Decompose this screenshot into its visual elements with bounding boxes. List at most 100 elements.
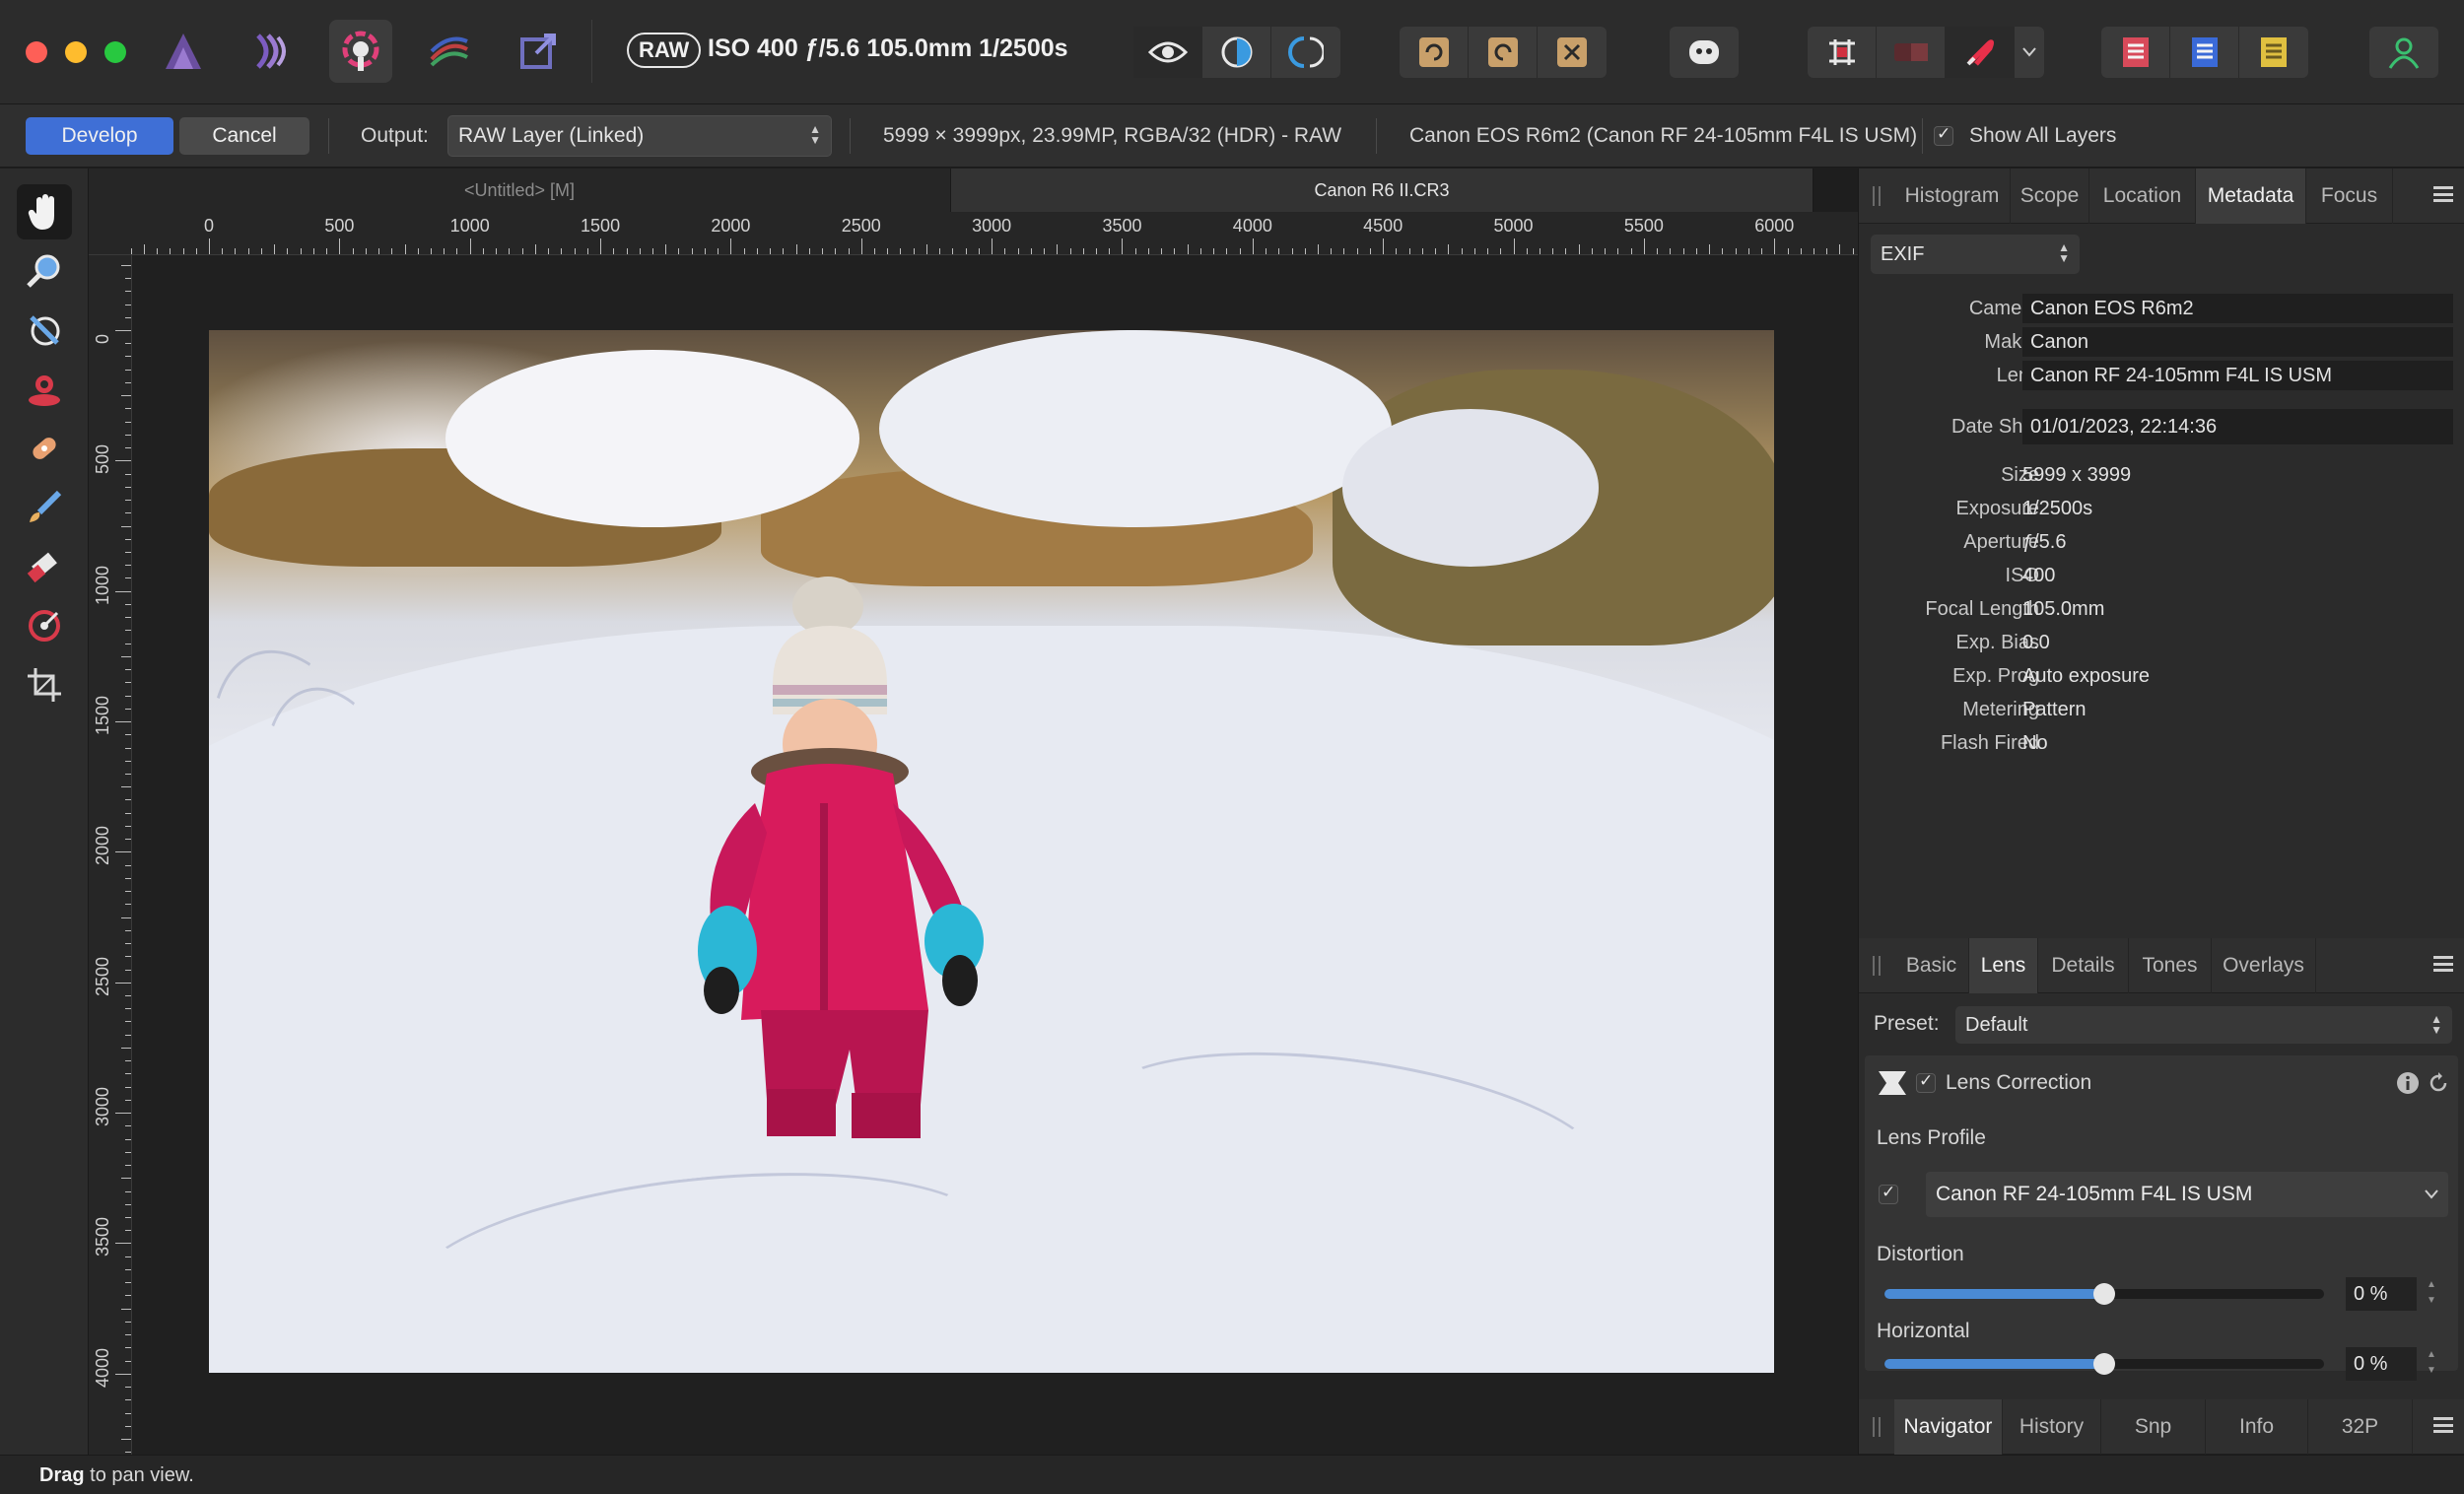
ruler-tick (125, 1387, 131, 1389)
ruler-tick (456, 248, 458, 254)
develop-button[interactable]: Develop (26, 117, 173, 155)
assistant-icon[interactable] (1670, 27, 1739, 78)
zoom-window-button[interactable] (104, 41, 126, 63)
tab-scope[interactable]: Scope (2011, 169, 2089, 224)
panel-grip-icon[interactable] (1873, 956, 1881, 976)
ruler-tick (1318, 244, 1320, 254)
tab-lens[interactable]: Lens (1969, 938, 2038, 993)
slider-thumb[interactable] (2093, 1353, 2115, 1375)
blemish-tool[interactable] (17, 421, 72, 476)
meta-value[interactable]: Canon EOS R6m2 (2022, 294, 2453, 323)
ruler-tick (125, 799, 131, 801)
lens-correction-checkbox[interactable] (1916, 1071, 1936, 1093)
document-tab-active[interactable]: Canon R6 II.CR3 (951, 169, 1814, 212)
panel-grip-icon[interactable] (1873, 1417, 1881, 1437)
panel-grip-icon[interactable] (1873, 186, 1881, 206)
meta-row-lens: Lens Canon RF 24-105mm F4L IS USM (1859, 361, 2464, 390)
tab-info[interactable]: Info (2206, 1399, 2308, 1455)
split-view-icon[interactable] (1202, 27, 1271, 78)
ruler-tick (1057, 244, 1059, 254)
canvas[interactable] (132, 255, 1858, 1455)
liquify-persona-icon[interactable] (240, 20, 304, 83)
clipping-icon[interactable] (1808, 27, 1877, 78)
tone-mapping-persona-icon[interactable] (418, 20, 481, 83)
tab-location[interactable]: Location (2089, 169, 2196, 224)
output-select[interactable]: RAW Layer (Linked) ▲ ▼ (447, 115, 832, 157)
tab-overlays[interactable]: Overlays (2212, 938, 2316, 993)
export-persona-icon[interactable] (507, 20, 570, 83)
crop-tool[interactable] (17, 657, 72, 713)
rotate-left-icon[interactable] (1400, 27, 1469, 78)
overlay-gradient-tool[interactable] (17, 598, 72, 653)
tab-metadata[interactable]: Metadata (2196, 169, 2306, 224)
tab-tones[interactable]: Tones (2129, 938, 2212, 993)
info-icon[interactable] (2396, 1071, 2420, 1095)
horizontal-value[interactable]: 0 % (2346, 1347, 2417, 1381)
panel-menu-icon[interactable] (2433, 186, 2453, 202)
metadata-type-select[interactable]: EXIF ▲ ▼ (1871, 235, 2080, 274)
meta-value[interactable]: Canon (2022, 327, 2453, 357)
ruler-tick (125, 734, 131, 736)
stepper-icon[interactable]: ▲ ▼ (2424, 1347, 2439, 1381)
panel-menu-icon[interactable] (2433, 1417, 2453, 1433)
tab-details[interactable]: Details (2038, 938, 2129, 993)
overlay-erase-tool[interactable] (17, 539, 72, 594)
meta-value[interactable]: Canon RF 24-105mm F4L IS USM (2022, 361, 2453, 390)
lens-profile-select[interactable]: Canon RF 24-105mm F4L IS USM (1926, 1172, 2448, 1217)
develop-persona-icon[interactable] (329, 20, 392, 83)
ruler-tick (1461, 248, 1463, 254)
highlight-clip-icon[interactable] (1877, 27, 1946, 78)
white-balance-tool[interactable] (17, 303, 72, 358)
ruler-tick (115, 721, 131, 723)
zoom-tool[interactable] (17, 243, 72, 299)
meta-value: 0.0 (2022, 632, 2050, 653)
ruler-tick (1513, 238, 1515, 254)
meta-row-maker: Maker Canon (1859, 327, 2464, 357)
tab-focus[interactable]: Focus (2306, 169, 2393, 224)
close-window-button[interactable] (26, 41, 47, 63)
meta-row-exp-prog: Exp. Prog Auto exposure (1859, 661, 2464, 691)
chevron-down-icon[interactable] (2015, 27, 2044, 78)
horizontal-slider[interactable] (1884, 1353, 2324, 1375)
tab-navigator[interactable]: Navigator (1894, 1399, 2003, 1455)
ruler-tick (718, 248, 719, 254)
tab-32p[interactable]: 32P (2308, 1399, 2413, 1455)
slider-thumb[interactable] (2093, 1283, 2115, 1305)
ruler-tick (125, 891, 131, 893)
toolbar-separator (591, 20, 592, 83)
panel-menu-icon[interactable] (2433, 956, 2453, 972)
lens-profile-checkbox[interactable] (1879, 1183, 1898, 1204)
photo-persona-icon[interactable] (152, 20, 215, 83)
eye-icon[interactable] (1133, 27, 1202, 78)
overlay-paint-tool[interactable] (17, 480, 72, 535)
red-channel-icon[interactable] (2101, 27, 2170, 78)
ruler-tick (1695, 248, 1697, 254)
blue-channel-icon[interactable] (2170, 27, 2239, 78)
minimize-window-button[interactable] (65, 41, 87, 63)
show-all-layers-checkbox[interactable] (1934, 124, 1953, 146)
ruler-tick (795, 244, 797, 254)
ruler-tick (965, 248, 967, 254)
meta-value: Auto exposure (2022, 665, 2150, 687)
cancel-button[interactable]: Cancel (179, 117, 309, 155)
ruler-tick (125, 1073, 131, 1075)
reset-icon[interactable] (2427, 1071, 2450, 1095)
distortion-slider[interactable] (1884, 1283, 2324, 1305)
user-account-icon[interactable] (2369, 27, 2438, 78)
distortion-value[interactable]: 0 % (2346, 1277, 2417, 1311)
rotate-right-icon[interactable] (1469, 27, 1538, 78)
preset-select[interactable]: Default ▲ ▼ (1955, 1006, 2452, 1044)
flip-icon[interactable] (1538, 27, 1607, 78)
tab-history[interactable]: History (2003, 1399, 2101, 1455)
hand-tool[interactable] (17, 184, 72, 239)
yellow-channel-icon[interactable] (2239, 27, 2308, 78)
tab-histogram[interactable]: Histogram (1894, 169, 2011, 224)
tab-snapshots[interactable]: Snp (2101, 1399, 2206, 1455)
red-eye-tool[interactable] (17, 362, 72, 417)
document-tab[interactable]: <Untitled> [M] (89, 169, 951, 212)
meta-value[interactable]: 01/01/2023, 22:14:36 (2022, 409, 2453, 444)
tab-basic[interactable]: Basic (1894, 938, 1969, 993)
mirror-view-icon[interactable] (1271, 27, 1340, 78)
shadow-clip-icon[interactable] (1946, 27, 2015, 78)
stepper-icon[interactable]: ▲ ▼ (2424, 1277, 2439, 1311)
